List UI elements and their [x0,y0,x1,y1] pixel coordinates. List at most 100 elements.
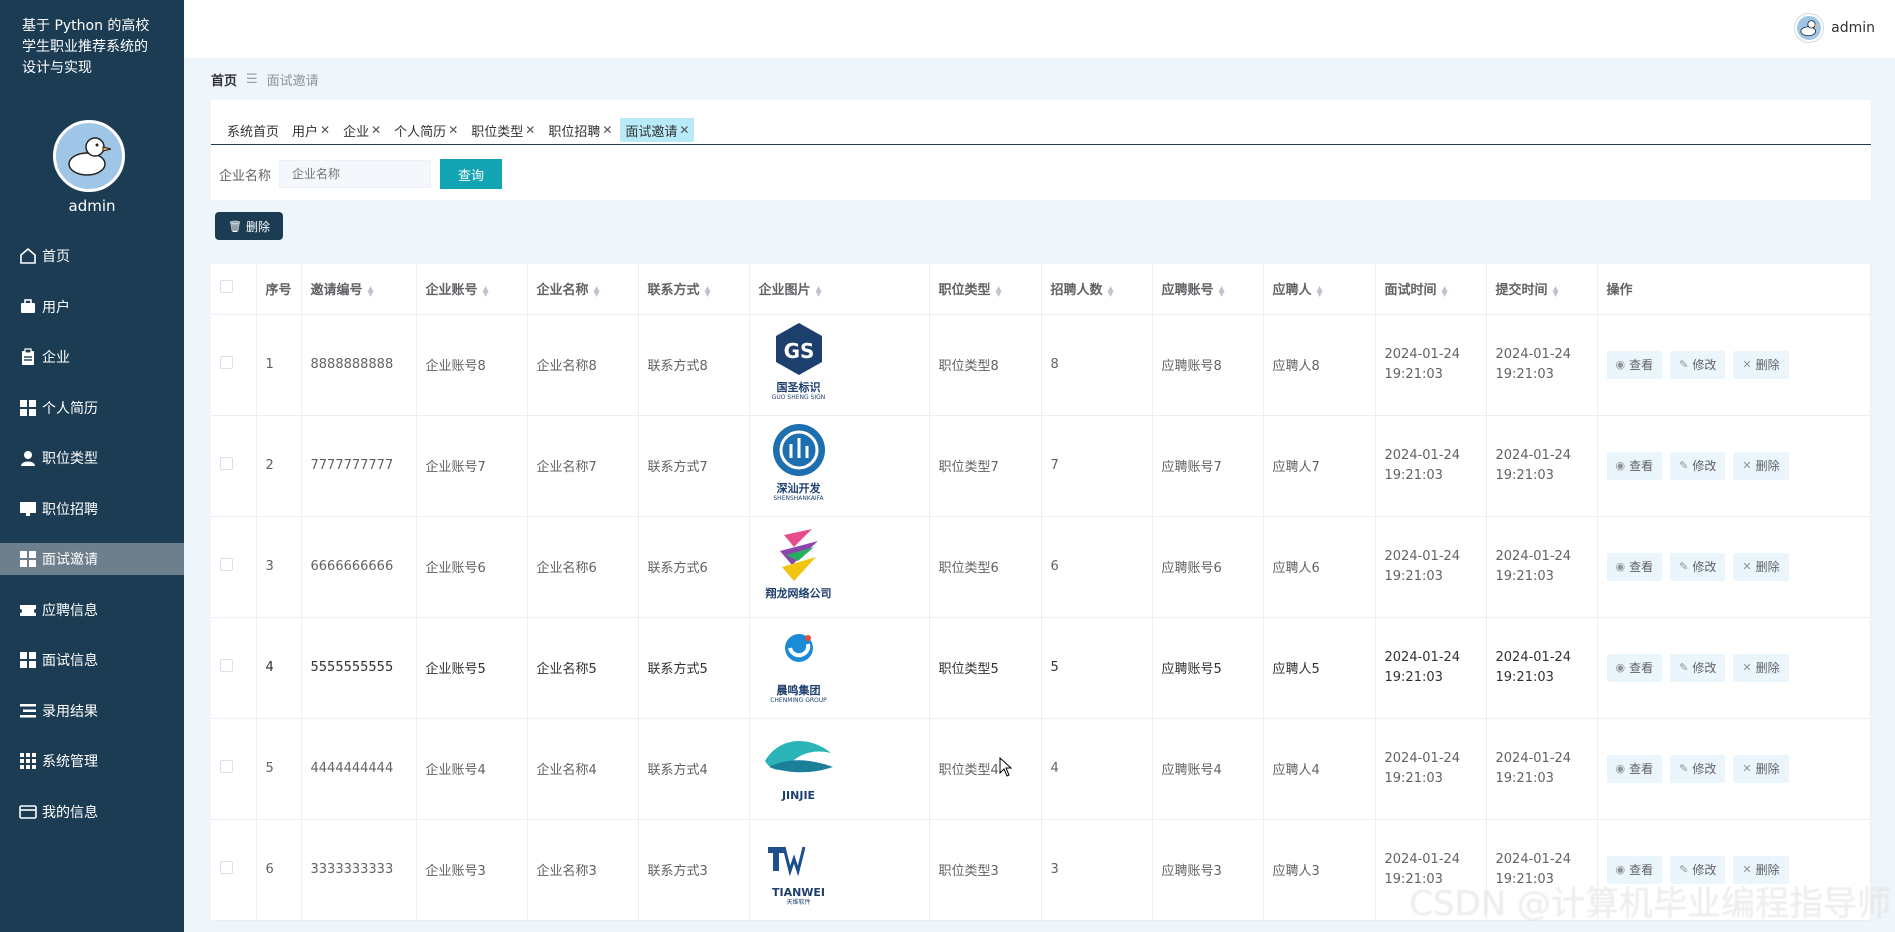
sidebar-item-my-info[interactable]: 我的信息 [0,796,184,828]
sort-icon[interactable]: ▲ ▼ [1442,284,1448,297]
sidebar-item-job-type[interactable]: 职位类型 [0,442,184,474]
tab-label: 系统首页 [227,124,280,140]
sort-icon[interactable]: ▲ ▼ [1317,284,1323,297]
sidebar-item-interview-info[interactable]: 面试信息 [0,644,184,676]
sort-icon[interactable]: ▲ ▼ [816,284,822,297]
tab-users[interactable]: 用户 ✕ [287,118,335,142]
close-icon[interactable]: ✕ [371,123,381,137]
column-header[interactable]: 应聘账号 ▲ ▼ [1152,264,1264,315]
enterprise-logo[interactable]: 翔龙网络公司 [759,528,839,606]
tab-job-recruit[interactable]: 职位招聘 ✕ [543,118,617,142]
sidebar-item-hire-result[interactable]: 录用结果 [0,695,184,727]
bulk-delete-button[interactable]: 🗑 删除 [215,212,283,240]
close-icon[interactable]: ✕ [448,123,458,137]
view-button[interactable]: ◉ 查看 [1606,451,1663,480]
sidebar-item-enterprise[interactable]: 企业 [0,341,184,373]
column-header[interactable]: 企业图片 ▲ ▼ [749,264,930,315]
close-icon[interactable]: ✕ [525,123,535,137]
column-header[interactable]: 企业账号 ▲ ▼ [416,264,528,315]
table-row[interactable]: 1 8888888888 企业账号8 企业名称8 联系方式8 GS 国圣标识 GUO SHEN… [211,314,1871,416]
row-checkbox[interactable] [220,760,233,773]
table-row[interactable]: 5 4444444444 企业账号4 企业名称4 联系方式4 JINJIE 职位类型4 4 应聘… [211,718,1871,820]
column-header[interactable]: 邀请编号 ▲ ▼ [301,264,417,315]
cell-submit-time: 2024-01-24 19:21:03 [1486,415,1598,517]
sort-icon[interactable]: ▲ ▼ [594,284,600,297]
enterprise-logo[interactable]: JINJIE [759,730,839,808]
sidebar-item-home[interactable]: 首页 [0,240,184,272]
cell-contact: 联系方式8 [638,314,750,416]
close-icon[interactable]: ✕ [602,123,612,137]
sidebar-item-users[interactable]: 用户 [0,291,184,323]
sidebar-item-system[interactable]: 系统管理 [0,745,184,777]
tab-resume[interactable]: 个人简历 ✕ [389,118,463,142]
sort-icon[interactable]: ▲ ▼ [1219,284,1225,297]
edit-button[interactable]: ✎ 修改 [1670,653,1726,682]
view-button[interactable]: ◉ 查看 [1606,552,1663,581]
view-button[interactable]: ◉ 查看 [1606,653,1663,682]
column-header[interactable]: 提交时间 ▲ ▼ [1486,264,1598,315]
view-button[interactable]: ◉ 查看 [1606,754,1663,783]
cell-submit-time: 2024-01-24 19:21:03 [1486,617,1598,719]
tab-job-type[interactable]: 职位类型 ✕ [466,118,540,142]
column-header[interactable]: 职位类型 ▲ ▼ [929,264,1042,315]
home-icon [18,246,38,266]
column-header[interactable]: 招聘人数 ▲ ▼ [1041,264,1153,315]
sort-icon[interactable]: ▲ ▼ [1553,284,1559,297]
view-button[interactable]: ◉ 查看 [1606,350,1663,379]
edit-button[interactable]: ✎ 修改 [1670,754,1726,783]
row-actions: ◉ 查看 ✎ 修改 ✕ 删除 [1606,754,1870,783]
sort-icon[interactable]: ▲ ▼ [368,284,374,297]
enterprise-logo[interactable]: 晨鸣集团 CHENMING GROUP [759,629,839,707]
column-header-label: 应聘账号 [1161,283,1214,299]
delete-button[interactable]: ✕ 删除 [1733,754,1789,783]
avatar[interactable] [53,120,125,192]
delete-button[interactable]: ✕ 删除 [1733,350,1789,379]
sort-icon[interactable]: ▲ ▼ [483,284,489,297]
tab-enterprise[interactable]: 企业 ✕ [338,118,386,142]
sidebar-item-application[interactable]: 应聘信息 [0,594,184,626]
delete-button[interactable]: ✕ 删除 [1733,451,1789,480]
row-checkbox[interactable] [220,356,233,369]
delete-button[interactable]: ✕ 删除 [1733,552,1789,581]
sort-icon[interactable]: ▲ ▼ [705,284,711,297]
row-checkbox[interactable] [220,861,233,874]
sidebar-item-interview-invite[interactable]: 面试邀请 [0,543,184,575]
enterprise-logo[interactable]: GS 国圣标识 GUO SHENG SIGN [759,323,839,404]
tab-interview-invite[interactable]: 面试邀请 ✕ [620,118,695,142]
column-header[interactable]: 应聘人 ▲ ▼ [1263,264,1376,315]
edit-button[interactable]: ✎ 修改 [1670,350,1726,379]
logo-graphic [764,630,834,684]
search-button[interactable]: 查询 [440,159,503,189]
select-all-checkbox[interactable] [220,280,233,294]
sort-icon[interactable]: ▲ ▼ [1108,284,1114,297]
user-menu[interactable]: admin [1795,14,1875,42]
table-row[interactable]: 4 5555555555 企业账号5 企业名称5 联系方式5 晨鸣集团 CHENMING G… [211,617,1871,719]
row-checkbox[interactable] [220,659,233,672]
delete-button[interactable]: ✕ 删除 [1733,653,1789,682]
sidebar-item-label: 面试信息 [42,653,98,669]
column-header[interactable]: 联系方式 ▲ ▼ [638,264,750,315]
enterprise-logo[interactable]: 深汕开发 SHENSHANKAIFA [759,424,839,505]
close-icon[interactable]: ✕ [320,123,330,137]
edit-button[interactable]: ✎ 修改 [1670,552,1726,581]
cell-contact: 联系方式6 [638,516,750,618]
tab-system-home[interactable]: 系统首页 [222,118,284,142]
sort-icon[interactable]: ▲ ▼ [996,284,1002,297]
column-header[interactable]: 面试时间 ▲ ▼ [1375,264,1487,315]
enterprise-logo[interactable]: TIANWEI 天维软件 [759,831,839,909]
table-row[interactable]: 2 7777777777 企业账号7 企业名称7 联系方式7 深汕开发 SHENSHANKA… [211,415,1871,517]
row-checkbox[interactable] [220,457,233,470]
tab-bar: 系统首页 用户 ✕ 企业 ✕ 个人简历 ✕ 职位类型 ✕ 职位招聘 ✕ 面试邀请 ✕ [222,118,697,142]
sidebar-item-resume[interactable]: 个人简历 [0,392,184,424]
column-header[interactable]: 企业名称 ▲ ▼ [527,264,639,315]
search-input[interactable] [279,160,432,188]
row-checkbox[interactable] [220,558,233,571]
row-checkbox-cell [211,819,257,921]
breadcrumb-home[interactable]: 首页 [211,70,237,89]
interview-time: 2024-01-24 19:21:03 [1384,346,1461,382]
table-row[interactable]: 3 6666666666 企业账号6 企业名称6 联系方式6 翔龙网络公司 职位类型6 6 应聘… [211,516,1871,618]
close-icon[interactable]: ✕ [679,123,689,137]
column-header-label: 邀请编号 [310,283,363,299]
edit-button[interactable]: ✎ 修改 [1670,451,1726,480]
sidebar-item-job-recruit[interactable]: 职位招聘 [0,493,184,525]
